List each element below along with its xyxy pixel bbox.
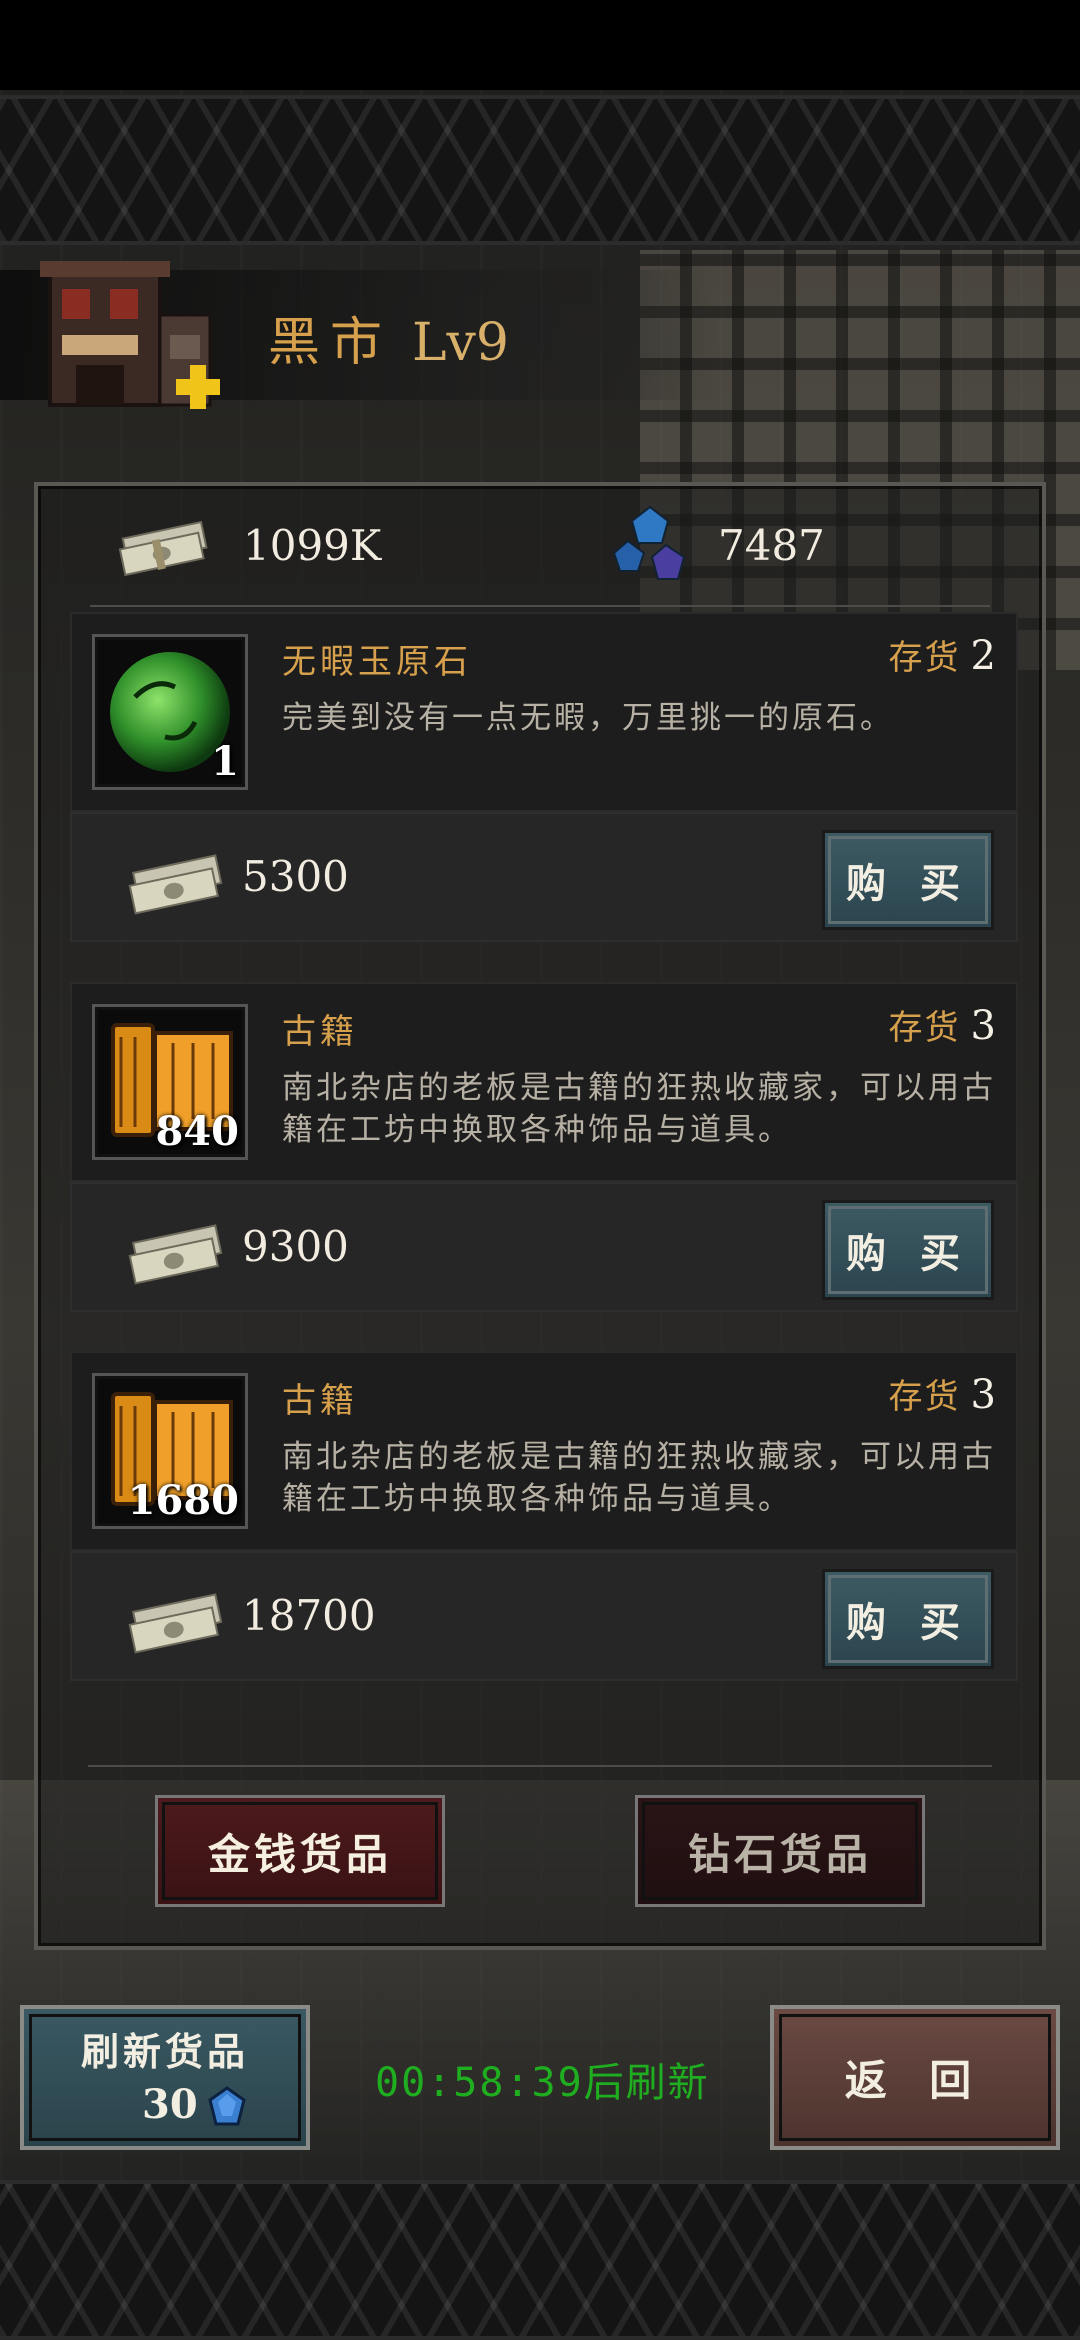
item-price: 9300 [242,1222,349,1271]
money-stack-icon [128,1224,223,1285]
money-stack-icon [128,1593,223,1654]
shop-item-card: 1680 古籍 存货 3 南北杂店的老板是古籍的狂热收藏家，可以用古籍在工坊中换取… [70,1351,1018,1681]
stock-label: 存货 [888,1008,961,1048]
item-description: 南北杂店的老板是古籍的狂热收藏家，可以用古籍在工坊中换取各种饰品与道具。 [282,1070,996,1148]
diamond-cluster-icon [612,505,686,580]
buy-button[interactable]: 购 买 [822,830,994,930]
stock-count: 3 [970,1372,998,1418]
item-description: 南北杂店的老板是古籍的狂热收藏家，可以用古籍在工坊中换取各种饰品与道具。 [282,1439,996,1517]
bottom-decorative-trim [0,2180,1080,2340]
tab-money-goods[interactable]: 金钱货品 [155,1795,445,1907]
diamond-display: 7487 [610,505,825,585]
item-thumbnail[interactable]: 1680 [92,1373,248,1529]
item-price: 5300 [242,852,349,901]
shop-item-card: 840 古籍 存货 3 南北杂店的老板是古籍的狂热收藏家，可以用古籍在工坊中换取各… [70,982,1018,1312]
black-market-building-icon[interactable] [40,255,230,415]
currency-divider [90,605,990,607]
stock-label: 存货 [888,638,961,678]
tab-diamond-goods[interactable]: 钻石货品 [635,1795,925,1907]
item-name: 古籍 [282,1381,358,1421]
stock-label: 存货 [888,1377,961,1417]
item-description: 完美到没有一点无暇，万里挑一的原石。 [282,700,894,736]
stock-count: 3 [970,1003,998,1049]
money-stack-icon [118,520,208,577]
item-stock: 存货 2 [889,630,998,679]
refresh-label: 刷新货品 [80,2029,249,2074]
item-thumbnail[interactable]: 1 [92,634,248,790]
stock-count: 2 [970,633,998,679]
money-display: 1099K [115,505,381,585]
refresh-timer: 00:58:39后刷新 [375,2060,710,2106]
buy-button[interactable]: 购 买 [822,1200,994,1300]
item-name: 古籍 [282,1012,358,1052]
shop-level: Lv9 [412,313,510,373]
item-stock: 存货 3 [889,1369,998,1418]
back-button[interactable]: 返 回 [770,2005,1060,2150]
shop-item-card: 1 无暇玉原石 存货 2 完美到没有一点无暇，万里挑一的原石。 5300 购 买 [70,612,1018,942]
shop-name: 黑市 [268,313,393,373]
refresh-cost: 30 [142,2081,198,2128]
item-quantity: 840 [155,1108,240,1155]
diamond-value: 7487 [718,520,825,570]
shop-title: 黑市 Lv9 [268,300,509,375]
item-stock: 存货 3 [889,1000,998,1049]
item-quantity: 1680 [127,1477,239,1524]
item-name: 无暇玉原石 [282,642,472,682]
tabs-divider [88,1765,992,1767]
item-quantity: 1 [211,738,239,785]
money-stack-icon [128,854,223,915]
money-value: 1099K [243,520,382,570]
diamond-icon [208,2086,246,2126]
item-thumbnail[interactable]: 840 [92,1004,248,1160]
buy-button[interactable]: 购 买 [822,1569,994,1669]
top-decorative-trim [0,95,1080,245]
refresh-goods-button[interactable]: 刷新货品 30 [20,2005,310,2150]
item-price: 18700 [242,1591,376,1640]
